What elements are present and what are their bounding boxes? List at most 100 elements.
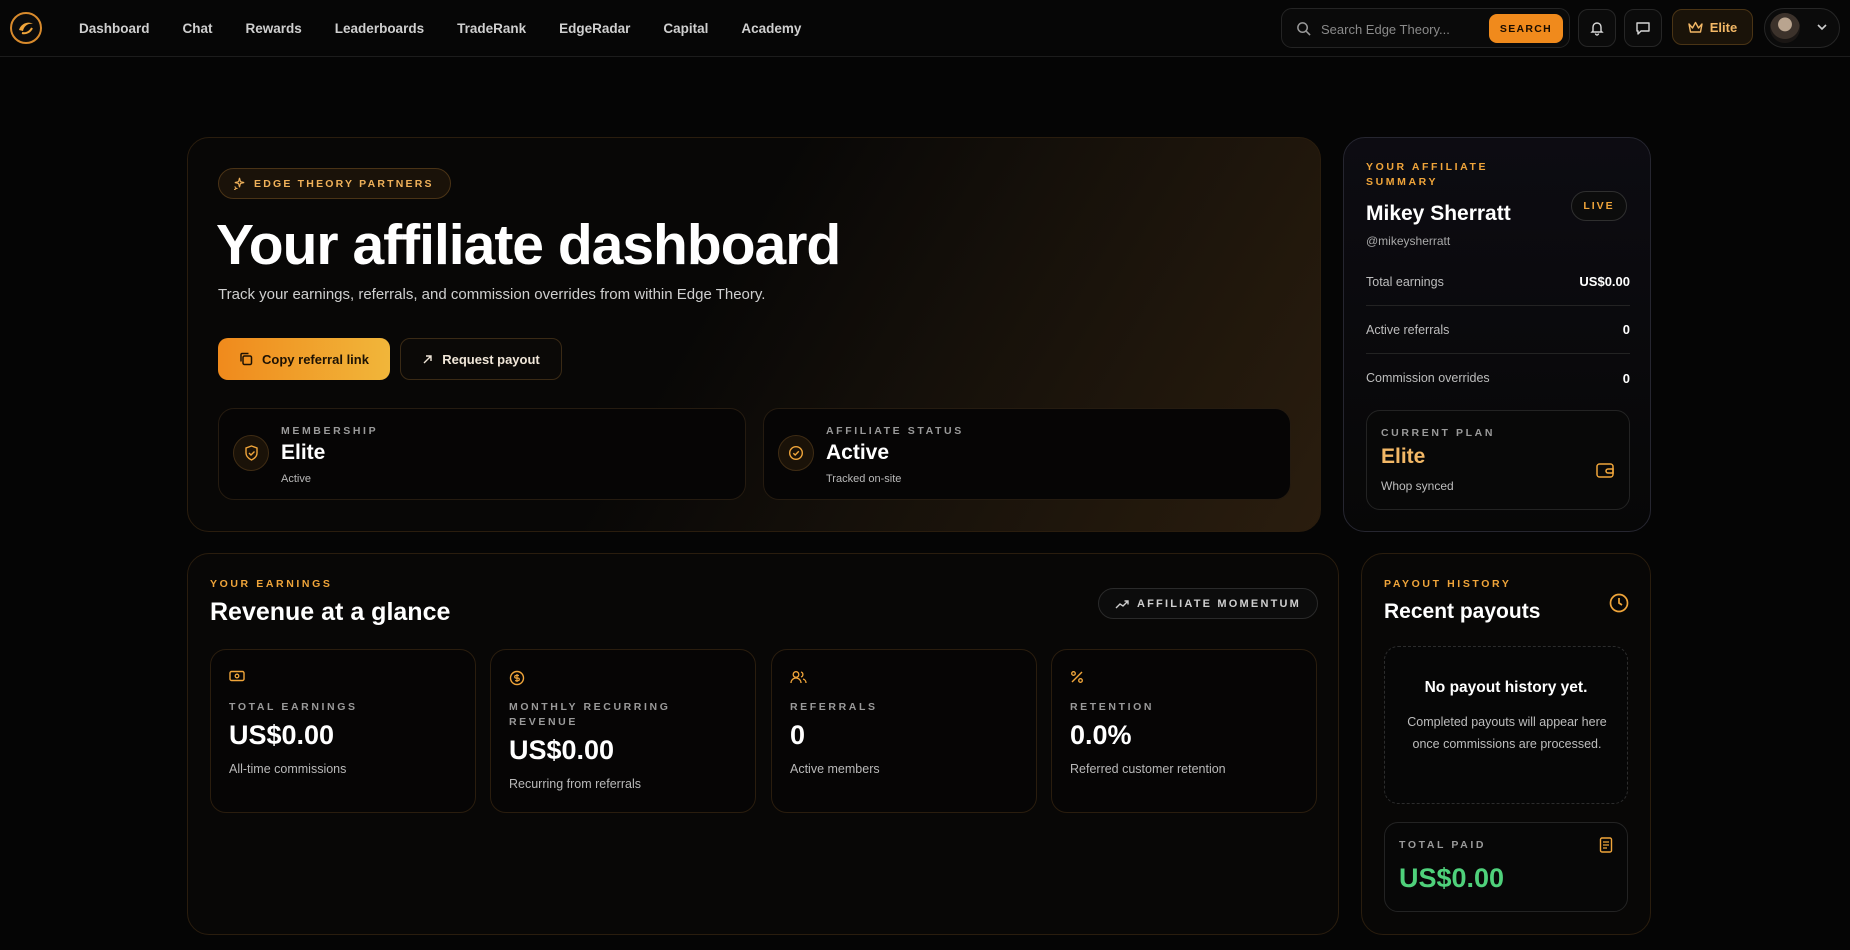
summary-row-commission-overrides: Commission overrides 0 (1366, 354, 1630, 402)
affiliate-momentum-label: AFFILIATE MOMENTUM (1136, 597, 1302, 610)
summary-row-value: 0 (1622, 322, 1630, 337)
percent-icon (1071, 671, 1083, 683)
nav-chat[interactable]: Chat (183, 21, 213, 36)
affiliate-hero-card: EDGE THEORY PARTNERS Your affiliate dash… (187, 137, 1321, 532)
chevron-down-icon (1817, 24, 1827, 31)
nav-leaderboards[interactable]: Leaderboards (335, 21, 424, 36)
edge-theory-logo-icon[interactable] (10, 12, 42, 44)
summary-row-label: Total earnings (1366, 274, 1444, 289)
top-navigation-bar: Dashboard Chat Rewards Leaderboards Trad… (0, 0, 1850, 57)
search-icon (1297, 22, 1311, 36)
page-title: Your affiliate dashboard (216, 213, 841, 277)
metric-value: US$0.00 (229, 720, 335, 750)
users-icon (790, 671, 807, 684)
nav-dashboard[interactable]: Dashboard (79, 21, 150, 36)
metric-desc: All-time commissions (229, 762, 347, 776)
notifications-button[interactable] (1578, 9, 1616, 47)
metric-desc: Referred customer retention (1070, 762, 1226, 776)
chat-bubble-icon (1636, 22, 1650, 35)
metric-label: TOTAL EARNINGS (229, 701, 358, 713)
messages-button[interactable] (1624, 9, 1662, 47)
affiliate-name: Mikey Sherratt (1366, 202, 1511, 225)
payout-empty-state: No payout history yet. Completed payouts… (1384, 646, 1628, 804)
main-nav: Dashboard Chat Rewards Leaderboards Trad… (79, 0, 834, 57)
avatar (1770, 13, 1800, 43)
partners-pill-label: EDGE THEORY PARTNERS (254, 177, 434, 190)
copy-referral-link-label: Copy referral link (262, 351, 369, 367)
metric-value: 0 (790, 720, 806, 750)
summary-row-active-referrals: Active referrals 0 (1366, 306, 1630, 354)
summary-row-label: Active referrals (1366, 322, 1450, 337)
banknote-icon (229, 670, 245, 682)
current-plan-label: CURRENT PLAN (1381, 427, 1496, 439)
earnings-card: YOUR EARNINGS Revenue at a glance AFFILI… (187, 553, 1339, 935)
payout-history-card: PAYOUT HISTORY Recent payouts No payout … (1361, 553, 1651, 935)
summary-row-value: 0 (1622, 370, 1630, 386)
metric-desc: Active members (790, 762, 880, 776)
current-plan-card: CURRENT PLAN Elite Whop synced (1366, 410, 1630, 510)
elite-plan-button[interactable]: Elite (1672, 9, 1753, 45)
metric-retention: RETENTION 0.0% Referred customer retenti… (1051, 649, 1317, 813)
search-bar: SEARCH (1281, 8, 1570, 48)
summary-row-total-earnings: Total earnings US$0.00 (1366, 258, 1630, 306)
dollar-circle-icon (509, 670, 525, 686)
total-paid-value: US$0.00 (1399, 863, 1505, 893)
affiliate-summary-card: YOUR AFFILIATE SUMMARY LIVE Mikey Sherra… (1343, 137, 1651, 532)
metric-label: MONTHLY RECURRING REVENUE (509, 701, 671, 728)
nav-edgeradar[interactable]: EdgeRadar (559, 21, 630, 36)
membership-card: MEMBERSHIP Elite Active (218, 408, 746, 500)
empty-state-title: No payout history yet. (1424, 679, 1588, 696)
payout-history-title: Recent payouts (1384, 600, 1541, 623)
bell-icon (1590, 22, 1604, 36)
metric-referrals: REFERRALS 0 Active members (771, 649, 1037, 813)
metric-monthly-recurring-revenue: MONTHLY RECURRING REVENUE US$0.00 Recurr… (490, 649, 756, 813)
copy-icon (240, 352, 253, 366)
nav-traderank[interactable]: TradeRank (457, 21, 526, 36)
wallet-icon (1596, 463, 1614, 478)
nav-rewards[interactable]: Rewards (246, 21, 302, 36)
metric-value: US$0.00 (509, 735, 615, 765)
affiliate-status-label: AFFILIATE STATUS (826, 425, 964, 437)
sparkles-icon (233, 177, 245, 190)
shield-check-icon (244, 445, 258, 461)
payout-history-eyebrow: PAYOUT HISTORY (1384, 578, 1512, 590)
page-subtitle: Track your earnings, referrals, and comm… (218, 286, 766, 303)
membership-icon-badge (233, 435, 269, 471)
total-paid-label: TOTAL PAID (1399, 839, 1487, 851)
metric-desc: Recurring from referrals (509, 777, 641, 791)
trending-up-icon (1115, 599, 1129, 608)
earnings-title: Revenue at a glance (210, 598, 451, 626)
metric-label: REFERRALS (790, 701, 878, 713)
nav-capital[interactable]: Capital (663, 21, 708, 36)
clock-icon (1609, 593, 1629, 613)
total-paid-card: TOTAL PAID US$0.00 (1384, 822, 1628, 912)
affiliate-status-sub: Tracked on-site (826, 473, 902, 485)
membership-label: MEMBERSHIP (281, 425, 379, 437)
crown-icon (1688, 21, 1703, 33)
partners-pill: EDGE THEORY PARTNERS (218, 168, 451, 199)
current-plan-sub: Whop synced (1381, 479, 1454, 493)
receipt-icon (1599, 837, 1613, 853)
user-menu-button[interactable] (1764, 8, 1840, 48)
affiliate-status-card: AFFILIATE STATUS Active Tracked on-site (763, 408, 1291, 500)
arrow-up-right-icon (423, 354, 432, 363)
search-button[interactable]: SEARCH (1489, 14, 1563, 43)
affiliate-status-icon-badge (778, 435, 814, 471)
membership-sub: Active (281, 473, 311, 485)
metric-value: 0.0% (1070, 720, 1132, 750)
live-badge: LIVE (1571, 191, 1627, 221)
nav-academy[interactable]: Academy (741, 21, 801, 36)
affiliate-status-value: Active (826, 441, 890, 464)
copy-referral-link-button[interactable]: Copy referral link (218, 338, 390, 380)
summary-row-label: Commission overrides (1366, 371, 1490, 385)
affiliate-momentum-badge: AFFILIATE MOMENTUM (1098, 588, 1318, 619)
membership-value: Elite (281, 441, 326, 464)
summary-row-value: US$0.00 (1579, 274, 1630, 289)
search-input[interactable] (1321, 18, 1481, 40)
affiliate-handle: @mikeysherratt (1366, 234, 1451, 248)
summary-eyebrow: YOUR AFFILIATE SUMMARY (1366, 161, 1489, 188)
earnings-eyebrow: YOUR EARNINGS (210, 578, 333, 590)
request-payout-label: Request payout (442, 351, 540, 367)
request-payout-button[interactable]: Request payout (400, 338, 562, 380)
metric-total-earnings: TOTAL EARNINGS US$0.00 All-time commissi… (210, 649, 476, 813)
